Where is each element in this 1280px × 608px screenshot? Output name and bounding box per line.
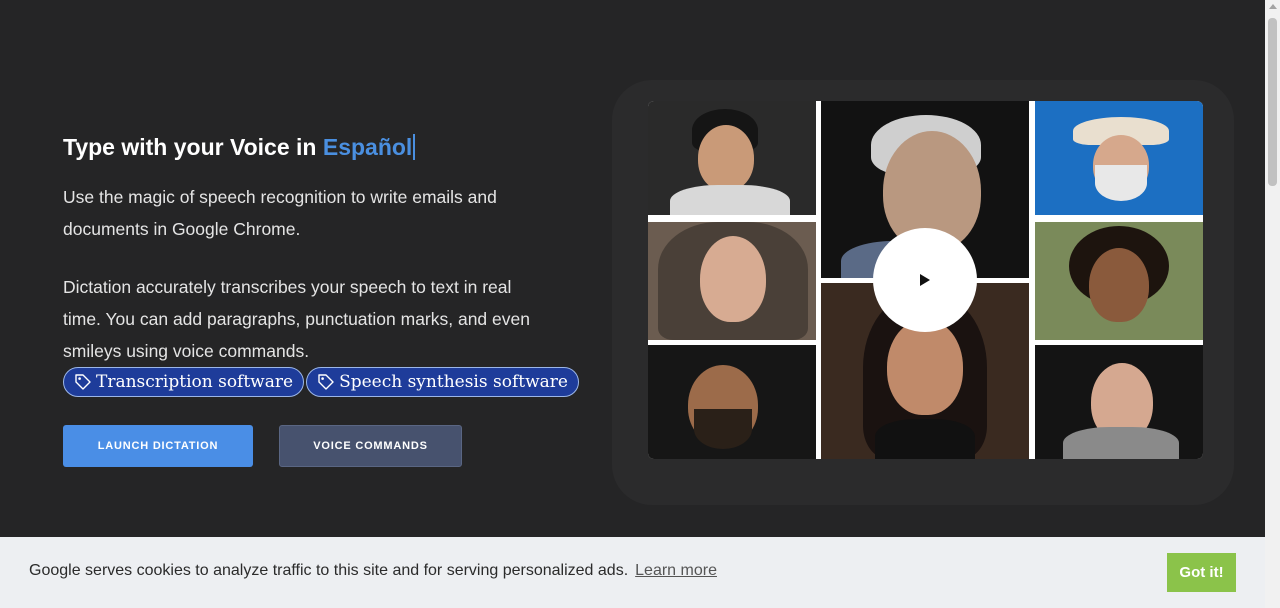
portrait-photo <box>648 222 816 340</box>
title-prefix: Type with your Voice in <box>63 134 323 160</box>
tag-list: Transcription software Speech synthesis … <box>63 367 579 397</box>
scroll-up-arrow-icon[interactable] <box>1269 4 1277 9</box>
cookie-message: Google serves cookies to analyze traffic… <box>29 562 629 579</box>
portrait-photo <box>648 101 816 215</box>
portrait-photo <box>1035 345 1203 459</box>
cookie-accept-button[interactable]: Got it! <box>1167 553 1236 592</box>
title-language: Español <box>322 134 413 160</box>
page-title: Type with your Voice in Español <box>63 126 543 168</box>
launch-dictation-button[interactable]: LAUNCH DICTATION <box>63 425 253 467</box>
hero-section: Type with your Voice in Español Use the … <box>63 126 579 397</box>
features-paragraph: Dictation accurately transcribes your sp… <box>63 277 530 361</box>
tag-label: Speech synthesis software <box>339 372 568 392</box>
portrait-photo <box>1035 222 1203 340</box>
tag-icon <box>75 374 91 390</box>
scrollbar-thumb[interactable] <box>1268 18 1277 186</box>
tag-transcription-software[interactable]: Transcription software <box>63 367 305 397</box>
play-icon <box>920 274 930 286</box>
tag-label: Transcription software <box>96 372 294 392</box>
play-button[interactable] <box>873 228 977 332</box>
intro-paragraph: Use the magic of speech recognition to w… <box>63 187 497 239</box>
cta-buttons: LAUNCH DICTATION VOICE COMMANDS <box>63 425 462 467</box>
tag-icon <box>318 374 334 390</box>
voice-commands-button[interactable]: VOICE COMMANDS <box>279 425 462 467</box>
typing-cursor <box>413 134 416 160</box>
cookie-banner: Google serves cookies to analyze traffic… <box>0 537 1265 608</box>
portrait-photo <box>648 345 816 459</box>
cookie-message-row: Google serves cookies to analyze traffic… <box>29 562 717 580</box>
portrait-photo <box>1035 101 1203 215</box>
tag-speech-synthesis-software[interactable]: Speech synthesis software <box>306 367 579 397</box>
scrollbar[interactable] <box>1265 0 1280 608</box>
learn-more-link[interactable]: Learn more <box>635 562 717 579</box>
